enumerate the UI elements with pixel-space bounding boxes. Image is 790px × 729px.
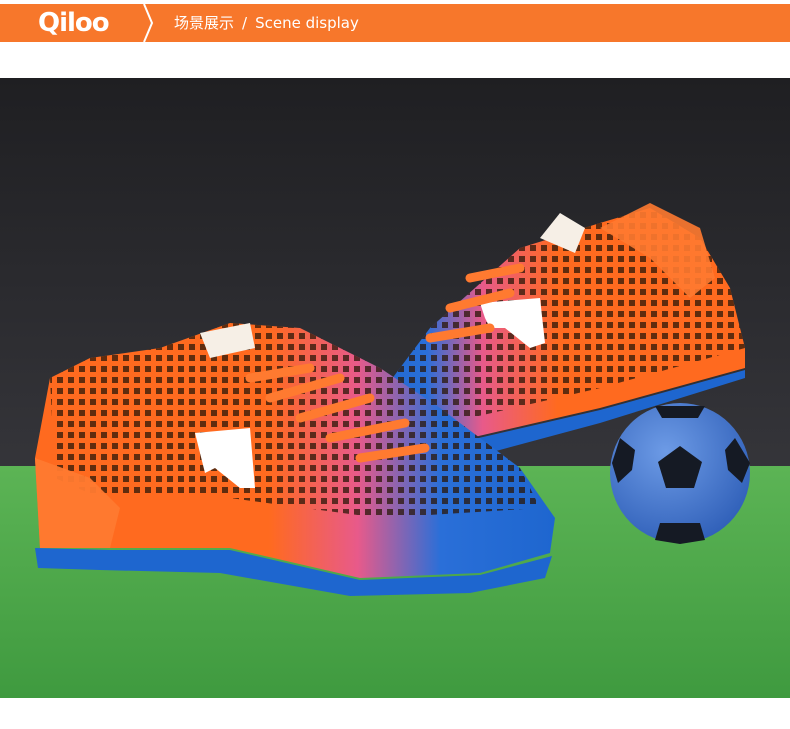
section-title: 场景展示 / Scene display	[174, 14, 359, 32]
scene-illustration	[0, 78, 790, 698]
title-separator: /	[242, 14, 248, 32]
scene-photo	[0, 78, 790, 698]
brand-name: Qiloo	[38, 8, 110, 38]
section-title-en: Scene display	[255, 14, 359, 32]
header-bar: Qiloo 场景展示 / Scene display	[0, 4, 790, 42]
brand-logo[interactable]: Qiloo	[0, 4, 150, 42]
soccer-ball	[610, 403, 750, 544]
section-title-cn: 场景展示	[174, 14, 235, 32]
chevron-right-icon	[143, 4, 154, 42]
